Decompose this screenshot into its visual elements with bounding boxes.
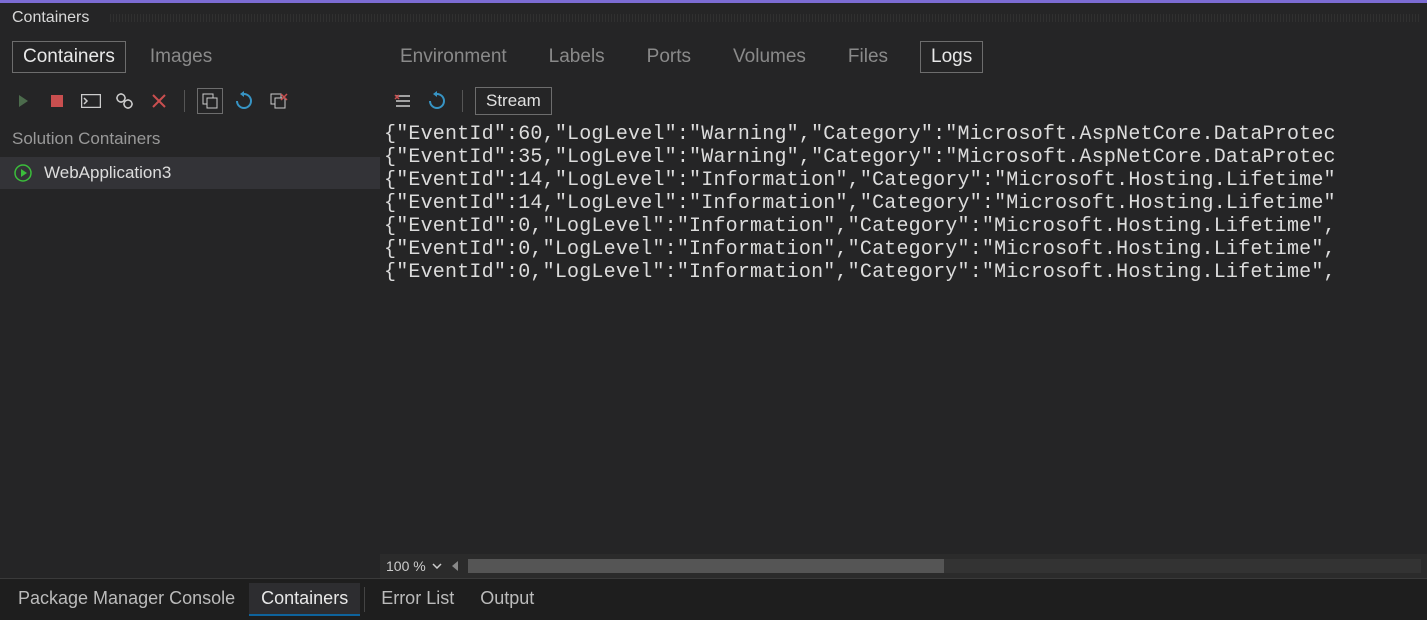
rtab-volumes[interactable]: Volumes <box>723 42 816 72</box>
horizontal-scrollbar[interactable] <box>468 559 1421 573</box>
toolbar-separator <box>184 90 185 112</box>
content-pane: {"EventId":60,"LogLevel":"Warning","Cate… <box>380 121 1427 578</box>
right-tabs: Environment Labels Ports Volumes Files L… <box>380 35 993 79</box>
header-row: Containers Images Environment Labels Por… <box>0 33 1427 81</box>
zoom-level-text: 100 % <box>386 558 426 574</box>
container-item-label: WebApplication3 <box>44 163 171 183</box>
content-toolbar: Stream <box>380 81 1427 121</box>
btab-output[interactable]: Output <box>468 583 546 616</box>
rtab-ports[interactable]: Ports <box>637 42 701 72</box>
panel-title-text: Containers <box>12 9 89 26</box>
toolbar-separator <box>462 90 463 112</box>
sidebar-section-label: Solution Containers <box>0 121 380 157</box>
container-item[interactable]: WebApplication3 <box>0 157 380 189</box>
panel-title: Containers <box>0 3 1427 33</box>
rtab-environment[interactable]: Environment <box>390 42 517 72</box>
gear-icon[interactable] <box>112 88 138 114</box>
tab-containers[interactable]: Containers <box>12 41 126 73</box>
bottom-tabs-separator <box>364 587 365 612</box>
sidebar-toolbar <box>0 82 380 120</box>
running-icon <box>14 164 32 182</box>
rtab-logs[interactable]: Logs <box>920 41 983 73</box>
chevron-down-icon <box>432 563 442 569</box>
logs-output[interactable]: {"EventId":60,"LogLevel":"Warning","Cate… <box>380 121 1427 554</box>
btab-containers[interactable]: Containers <box>249 583 360 616</box>
toolbar-row: Stream <box>0 81 1427 121</box>
tab-images[interactable]: Images <box>140 42 222 72</box>
sidebar: Solution Containers WebApplication3 <box>0 121 380 578</box>
copy-icon[interactable] <box>197 88 223 114</box>
left-tabs: Containers Images <box>0 33 380 81</box>
zoom-select[interactable]: 100 % <box>386 558 442 574</box>
btab-error-list[interactable]: Error List <box>369 583 466 616</box>
refresh-logs-icon[interactable] <box>424 88 450 114</box>
bottom-tabs: Package Manager Console Containers Error… <box>0 578 1427 620</box>
rtab-files[interactable]: Files <box>838 42 898 72</box>
stop-icon[interactable] <box>44 88 70 114</box>
stream-button[interactable]: Stream <box>475 87 552 115</box>
delete-icon[interactable] <box>146 88 172 114</box>
play-icon[interactable] <box>10 88 36 114</box>
btab-package-manager[interactable]: Package Manager Console <box>6 583 247 616</box>
terminal-icon[interactable] <box>78 88 104 114</box>
zoom-bar: 100 % <box>380 554 1427 578</box>
rtab-labels[interactable]: Labels <box>539 42 615 72</box>
refresh-icon[interactable] <box>231 88 257 114</box>
wrap-icon[interactable] <box>390 88 416 114</box>
body-row: Solution Containers WebApplication3 {"Ev… <box>0 121 1427 578</box>
prune-icon[interactable] <box>265 88 291 114</box>
scroll-left-icon[interactable] <box>450 560 460 572</box>
